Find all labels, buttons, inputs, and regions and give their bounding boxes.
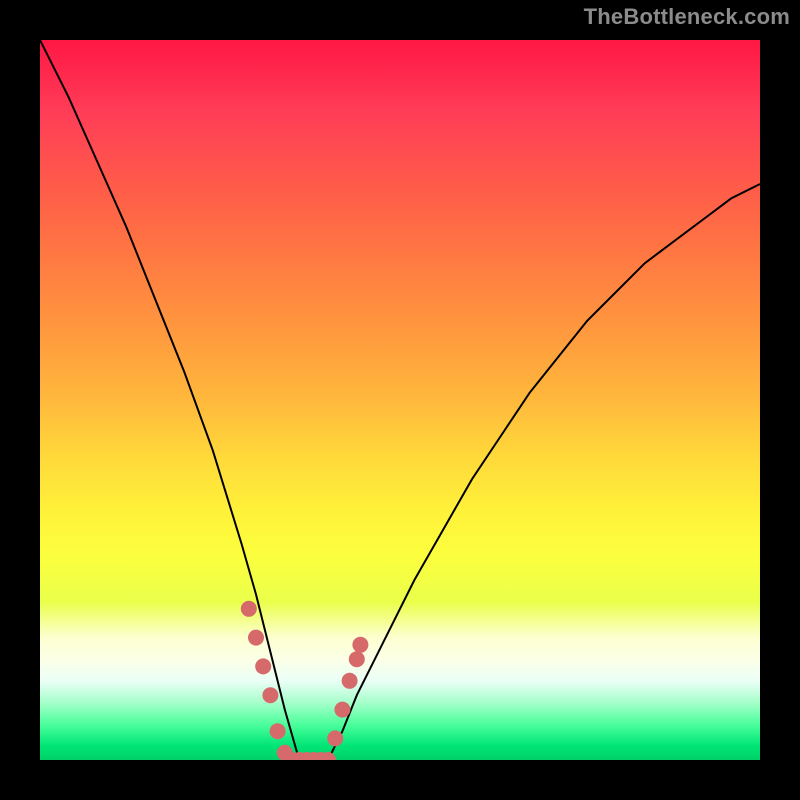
curve-marker: [248, 630, 264, 646]
curve-marker: [327, 730, 343, 746]
curve-marker: [255, 658, 271, 674]
bottleneck-curve: [40, 40, 760, 760]
curve-marker: [342, 673, 358, 689]
curve-marker: [270, 723, 286, 739]
watermark-label: TheBottleneck.com: [584, 4, 790, 30]
plot-area: [40, 40, 760, 760]
curve-marker: [352, 637, 368, 653]
curve-marker: [334, 702, 350, 718]
curve-marker: [349, 651, 365, 667]
curve-marker: [262, 687, 278, 703]
chart-svg: [40, 40, 760, 760]
curve-marker: [241, 601, 257, 617]
curve-markers: [241, 601, 369, 760]
chart-stage: TheBottleneck.com: [0, 0, 800, 800]
